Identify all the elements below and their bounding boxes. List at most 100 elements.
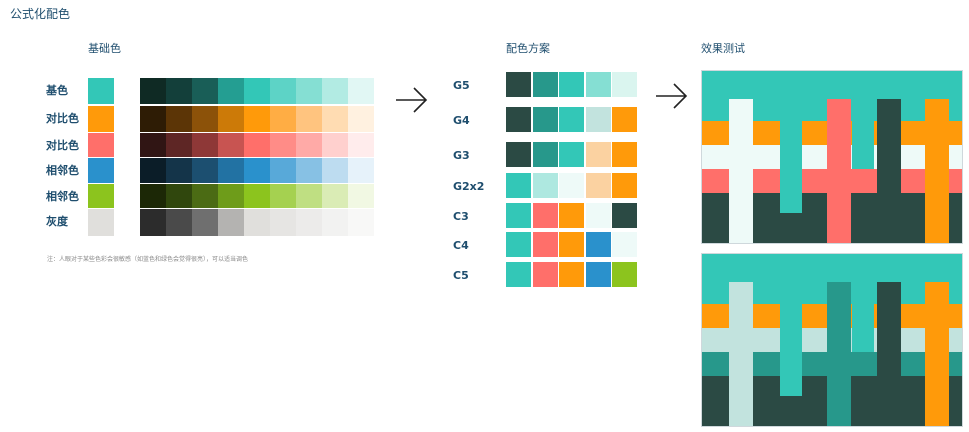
base-swatch (88, 184, 114, 208)
shade-cell (348, 78, 374, 104)
shade-cell (218, 184, 244, 208)
shade-cell (244, 158, 270, 183)
shade-cell (218, 209, 244, 236)
shade-cell (192, 78, 218, 104)
shade-cell (192, 209, 218, 236)
preview-cross (802, 352, 876, 376)
scheme-swatch (585, 232, 611, 257)
shade-cell (166, 209, 192, 236)
shade-cell (140, 78, 166, 104)
base-swatch (88, 209, 114, 236)
preview-cross (702, 328, 780, 352)
preview-dark-pillar (877, 282, 901, 426)
scheme-swatch (506, 72, 531, 97)
scheme-swatch (585, 72, 611, 97)
scheme-swatch-row (506, 173, 639, 198)
scheme-swatch (559, 142, 584, 167)
scheme-swatch (559, 173, 584, 198)
preview-cross (702, 145, 780, 169)
shade-cell (348, 106, 374, 132)
shade-cell (166, 133, 192, 157)
scheme-swatch (532, 72, 558, 97)
shade-cell (322, 158, 348, 183)
shade-cell (166, 184, 192, 208)
page-title: 公式化配色 (10, 7, 71, 21)
scheme-swatch-row (506, 232, 639, 257)
scheme-swatch (612, 262, 637, 287)
shade-cell (192, 184, 218, 208)
scheme-swatch (612, 107, 637, 132)
base-swatch (88, 133, 114, 157)
preview-cross (729, 99, 753, 243)
shade-cell (348, 158, 374, 183)
shade-cell (140, 184, 166, 208)
preview-dark-pillar (877, 99, 901, 243)
scheme-swatch (612, 72, 637, 97)
shade-cell (140, 209, 166, 236)
test-title: 效果测试 (701, 42, 745, 55)
preview-cross (802, 169, 876, 193)
scheme-swatch (585, 173, 611, 198)
shade-cell (296, 209, 322, 236)
shade-cell (270, 133, 296, 157)
base-swatch (88, 106, 114, 132)
shade-cell (296, 158, 322, 183)
scheme-swatch (506, 173, 531, 198)
scheme-swatch (585, 203, 611, 228)
preview-pillar (780, 121, 802, 213)
scheme-swatch (532, 142, 558, 167)
shade-cell (348, 184, 374, 208)
scheme-label: C4 (453, 239, 469, 252)
scheme-swatch (532, 232, 558, 257)
shade-cell (296, 184, 322, 208)
scheme-swatch (559, 107, 584, 132)
scheme-swatch (559, 262, 584, 287)
shade-cell (348, 133, 374, 157)
shade-cell (348, 209, 374, 236)
shade-cell (296, 133, 322, 157)
preview-cross (729, 282, 753, 426)
shade-cell (244, 209, 270, 236)
scheme-swatch (506, 142, 531, 167)
base-colors-title: 基础色 (88, 42, 121, 55)
scheme-swatch-row (506, 107, 639, 132)
scheme-swatch-row (506, 203, 639, 228)
shade-cell (140, 133, 166, 157)
preview-panel (701, 253, 963, 427)
scheme-swatch (559, 72, 584, 97)
shade-cell (166, 158, 192, 183)
scheme-swatch (532, 107, 558, 132)
shade-cell (140, 158, 166, 183)
shade-cell (166, 106, 192, 132)
shade-cell (140, 106, 166, 132)
scheme-swatch (532, 173, 558, 198)
scheme-swatch (532, 203, 558, 228)
scheme-swatch (585, 262, 611, 287)
shade-cell (270, 158, 296, 183)
base-color-grid (88, 78, 374, 236)
scheme-label: G5 (453, 79, 470, 92)
base-swatch (88, 78, 114, 104)
scheme-swatch (559, 203, 584, 228)
scheme-swatch (506, 107, 531, 132)
shade-cell (192, 133, 218, 157)
scheme-swatch (585, 107, 611, 132)
scheme-swatch-row (506, 262, 639, 287)
shade-cell (218, 133, 244, 157)
shade-cell (218, 106, 244, 132)
scheme-swatch (559, 232, 584, 257)
shade-cell (322, 106, 348, 132)
shade-cell (322, 184, 348, 208)
shade-cell (218, 158, 244, 183)
preview-pillar (780, 304, 802, 396)
base-swatch (88, 158, 114, 183)
scheme-swatch-row (506, 142, 639, 167)
preview-panel (701, 70, 963, 244)
shade-cell (296, 106, 322, 132)
shade-cell (322, 209, 348, 236)
arrow-right-icon (656, 83, 688, 109)
shade-cell (244, 184, 270, 208)
shade-cell (192, 106, 218, 132)
note-text: 注：人眼对于某些色彩会很敏感（如蓝色和绿色会觉得很亮），可以适当调色 (47, 256, 249, 263)
scheme-label: G3 (453, 149, 470, 162)
